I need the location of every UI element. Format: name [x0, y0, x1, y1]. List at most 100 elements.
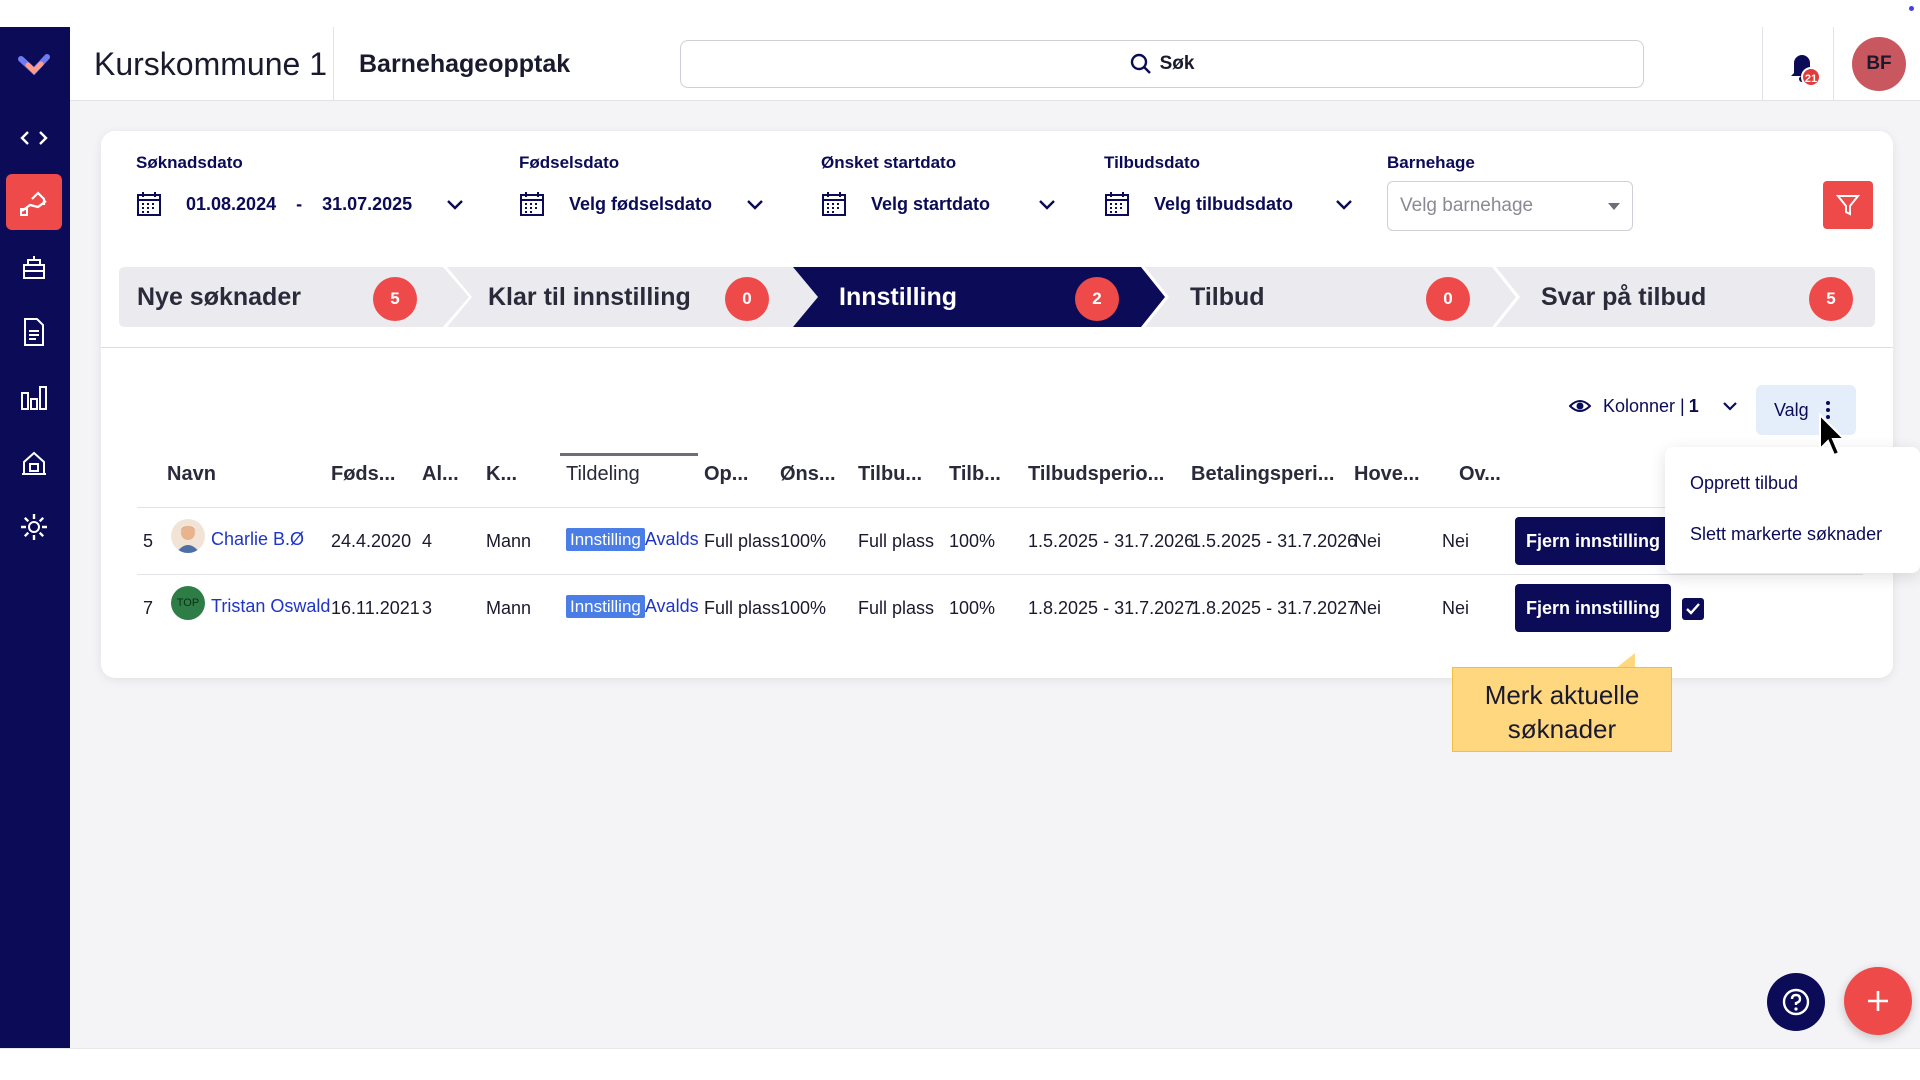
app-logo-icon[interactable]	[6, 37, 62, 93]
date-to: 31.07.2025	[322, 193, 413, 214]
step-klar-til-innstilling[interactable]: Klar til innstilling	[488, 267, 691, 327]
column-header[interactable]: Tilbudsperio...	[1028, 463, 1164, 486]
allocation-cell: Innstilling Avalds	[566, 595, 699, 618]
child-avatar: TOP	[171, 586, 205, 620]
filter-label: Ønsket startdato	[821, 153, 957, 172]
columns-toggle[interactable]: Kolonner | 1	[1569, 393, 1739, 419]
row-number: 7	[143, 598, 154, 618]
step-nye-soknader[interactable]: Nye søknader	[137, 267, 301, 327]
menu-item-delete-selected[interactable]: Slett markerte søknader	[1690, 524, 1882, 545]
hand-house-icon	[20, 191, 47, 216]
birth-date: 24.4.2020	[331, 531, 412, 551]
step-label: Innstilling	[839, 282, 958, 311]
column-header[interactable]: Op...	[704, 463, 748, 486]
barnehage-select[interactable]: Velg barnehage	[1387, 181, 1633, 231]
row-number: 5	[143, 531, 154, 551]
column-header[interactable]: Tilb...	[949, 463, 1001, 486]
offer-percent: 100%	[949, 598, 996, 618]
remove-recommendation-button[interactable]: Fjern innstilling	[1515, 584, 1671, 632]
house-lock-icon	[22, 451, 46, 475]
instruction-callout: Merk aktuelle søknader	[1452, 667, 1672, 752]
step-count-badge: 0	[725, 277, 769, 321]
checkmark-icon	[1686, 603, 1700, 615]
child-name-link[interactable]: Tristan Oswald	[211, 596, 330, 617]
status-stepper: Nye søknader 5 Klar til innstilling 0 In…	[119, 267, 1875, 327]
search-bar[interactable]: Søk	[680, 40, 1644, 88]
filter-tilbudsdato: Tilbudsdato Velg tilbudsdato	[1104, 153, 1355, 217]
age: 4	[422, 531, 433, 551]
main-applicant: Nei	[1354, 531, 1382, 551]
gender: Mann	[486, 531, 532, 551]
allocation-cell: Innstilling Avalds	[566, 528, 699, 551]
column-header[interactable]: Føds...	[331, 463, 395, 486]
date-value: Velg startdato	[871, 193, 991, 214]
offer-type: Full plass	[858, 531, 935, 551]
column-header[interactable]: Ov...	[1459, 463, 1501, 486]
valg-label: Valg	[1774, 399, 1809, 420]
sidebar-item-admin[interactable]	[6, 434, 62, 490]
step-count-badge: 2	[1075, 277, 1119, 321]
kindergarten-link[interactable]: Avalds	[645, 596, 699, 616]
main-applicant: Nei	[1354, 598, 1382, 618]
step-count-badge: 5	[373, 277, 417, 321]
sidebar-item-documents[interactable]	[6, 304, 62, 360]
payment-period: 1.5.2025 - 31.7.2026	[1191, 531, 1358, 551]
bar-chart-icon	[21, 386, 47, 410]
applications-card: Søknadsdato 01.08.2024 - 31.07.2025 Føds…	[101, 131, 1893, 678]
step-tilbud[interactable]: Tilbud	[1190, 267, 1265, 327]
date-value: Velg fødselsdato	[569, 193, 713, 214]
sidebar	[0, 27, 70, 1048]
help-button[interactable]	[1767, 973, 1825, 1031]
desired-percent: 100%	[780, 598, 827, 618]
sidebar-item-settings[interactable]	[6, 499, 62, 555]
top-strip	[0, 0, 1920, 27]
column-header[interactable]: K...	[486, 463, 517, 486]
column-header[interactable]: Al...	[422, 463, 459, 486]
date-picker[interactable]: Velg startdato	[821, 191, 1058, 217]
section-divider	[101, 347, 1893, 348]
column-header[interactable]: Hove...	[1354, 463, 1420, 486]
user-avatar[interactable]: BF	[1852, 37, 1906, 91]
filter-button[interactable]	[1823, 181, 1873, 229]
column-header[interactable]: Øns...	[780, 463, 836, 486]
birth-date: 16.11.2021	[331, 598, 420, 618]
valg-dropdown-menu: Opprett tilbud Slett markerte søknader	[1665, 447, 1920, 573]
desired-percent: 100%	[780, 531, 827, 551]
callout-line: Merk aktuelle	[1484, 680, 1640, 710]
step-label: Svar på tilbud	[1541, 282, 1707, 311]
plus-icon	[1868, 991, 1888, 1011]
row-checkbox[interactable]	[1682, 598, 1704, 620]
column-header[interactable]: Betalingsperi...	[1191, 463, 1334, 486]
header-divider	[1833, 27, 1834, 101]
step-label: Nye søknader	[137, 282, 301, 311]
search-icon	[1130, 53, 1151, 74]
date-picker[interactable]: Velg fødselsdato	[519, 191, 766, 217]
sidebar-item-kindergarten[interactable]	[6, 239, 62, 295]
step-innstilling[interactable]: Innstilling	[839, 267, 957, 327]
code-icon[interactable]	[6, 110, 62, 166]
filter-label: Søknadsdato	[136, 153, 243, 172]
date-range-picker[interactable]: 01.08.2024 - 31.07.2025	[136, 191, 466, 217]
date-from: 01.08.2024	[186, 193, 277, 214]
chevron-down-icon	[747, 200, 763, 210]
column-header[interactable]: Tildeling	[566, 463, 640, 486]
sidebar-item-applications[interactable]	[6, 174, 62, 230]
child-name-link[interactable]: Charlie B.Ø	[211, 529, 304, 550]
filter-startdato: Ønsket startdato Velg startdato	[821, 153, 1058, 217]
select-placeholder: Velg barnehage	[1400, 195, 1534, 216]
indicator-dot	[1909, 6, 1914, 11]
offer-period: 1.8.2025 - 31.7.2027	[1028, 598, 1195, 618]
column-header[interactable]: Navn	[167, 463, 216, 486]
date-picker[interactable]: Velg tilbudsdato	[1104, 191, 1355, 217]
status-tag: Innstilling	[566, 528, 645, 551]
step-count-badge: 0	[1426, 277, 1470, 321]
module-title: Barnehageopptak	[359, 50, 571, 78]
kindergarten-link[interactable]: Avalds	[645, 529, 699, 549]
menu-item-create-offer[interactable]: Opprett tilbud	[1690, 473, 1798, 494]
sidebar-item-reports[interactable]	[6, 369, 62, 425]
chevron-down-icon	[1722, 402, 1737, 411]
add-button[interactable]	[1844, 967, 1912, 1035]
column-header[interactable]: Tilbu...	[858, 463, 922, 486]
step-svar-pa-tilbud[interactable]: Svar på tilbud	[1541, 267, 1706, 327]
remove-recommendation-button[interactable]: Fjern innstilling	[1515, 517, 1671, 565]
